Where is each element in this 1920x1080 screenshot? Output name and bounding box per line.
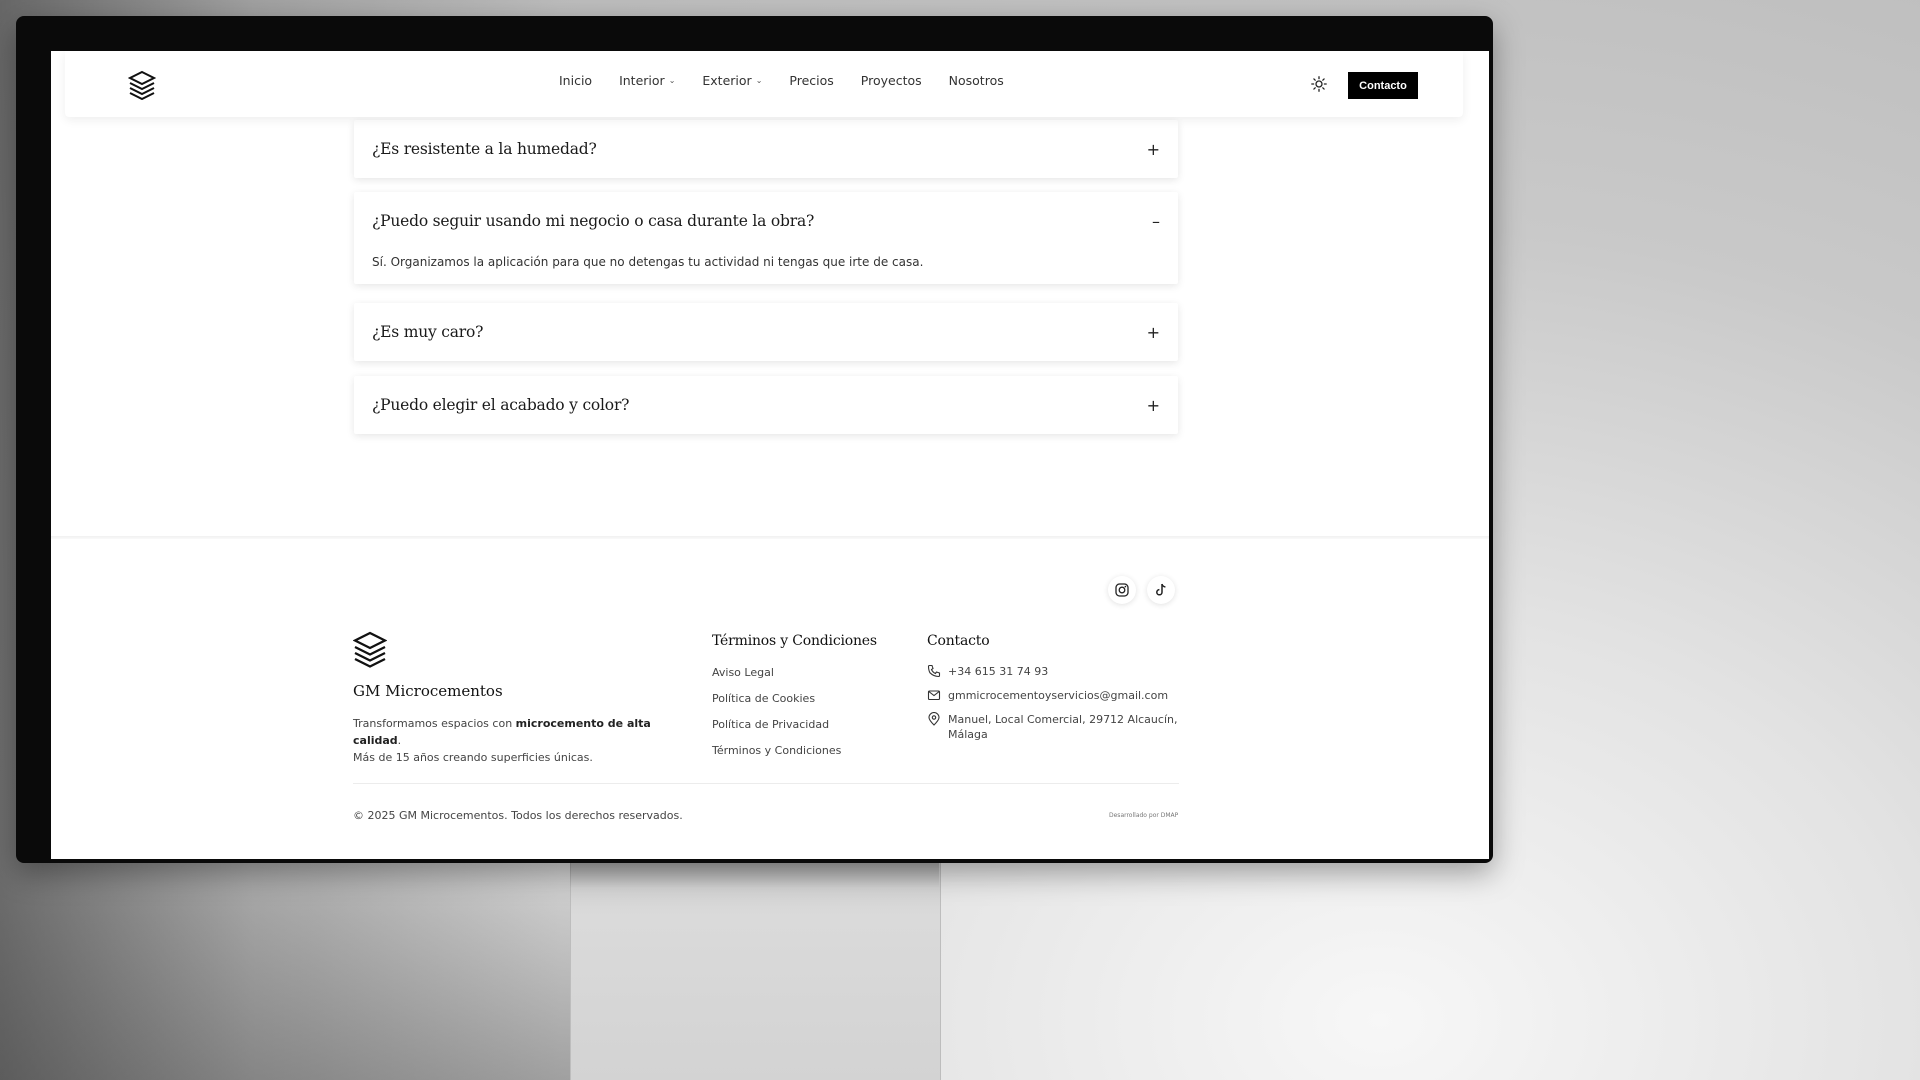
plus-icon[interactable]: + <box>1147 140 1160 159</box>
contact-address-row: Manuel, Local Comercial, 29712 Alcaucín,… <box>927 712 1177 742</box>
link-aviso-legal[interactable]: Aviso Legal <box>712 666 774 679</box>
tagline-text: Transformamos espacios con <box>353 717 516 730</box>
nav-item-precios[interactable]: Precios <box>789 73 833 88</box>
footer-tagline: Transformamos espacios con microcemento … <box>353 715 673 766</box>
developer-credit[interactable]: Desarrollado por DMAP <box>1109 812 1178 819</box>
footer-rule <box>353 783 1179 784</box>
tagline-text: . <box>397 734 402 747</box>
nav-item-nosotros[interactable]: Nosotros <box>949 73 1004 88</box>
instagram-icon[interactable] <box>1108 576 1136 604</box>
faq-question: ¿Puedo seguir usando mi negocio o casa d… <box>372 212 815 230</box>
link-politica-privacidad[interactable]: Política de Privacidad <box>712 718 829 731</box>
faq-item[interactable]: ¿Es resistente a la humedad? + <box>354 120 1178 178</box>
contact-email-row[interactable]: gmmicrocementoyservicios@gmail.com <box>927 688 1168 703</box>
monitor-stand-shadow <box>570 862 939 888</box>
nav-item-proyectos[interactable]: Proyectos <box>861 73 922 88</box>
copyright-text: © 2025 GM Microcementos. Todos los derec… <box>353 809 683 822</box>
faq-answer: Sí. Organizamos la aplicación para que n… <box>372 255 924 269</box>
contact-column-title: Contacto <box>927 633 990 649</box>
contact-button[interactable]: Contacto <box>1348 72 1418 99</box>
link-terminos-condiciones[interactable]: Términos y Condiciones <box>712 744 841 757</box>
plus-icon[interactable]: + <box>1147 396 1160 415</box>
contact-address: Manuel, Local Comercial, 29712 Alcaucín,… <box>948 712 1177 742</box>
nav-item-interior[interactable]: Interior ⌄ <box>619 73 675 88</box>
nav-item-exterior[interactable]: Exterior ⌄ <box>702 73 762 88</box>
faq-question: ¿Es resistente a la humedad? <box>372 140 597 158</box>
faq-item-open[interactable]: ¿Puedo seguir usando mi negocio o casa d… <box>354 192 1178 284</box>
chevron-down-icon: ⌄ <box>755 76 763 85</box>
faq-question: ¿Es muy caro? <box>372 323 484 341</box>
faq-question: ¿Puedo elegir el acabado y color? <box>372 396 630 414</box>
tagline-text: Más de 15 años creando superficies única… <box>353 751 593 764</box>
tiktok-icon[interactable] <box>1147 576 1175 604</box>
layers-logo-icon <box>353 631 387 668</box>
faq-item[interactable]: ¿Puedo elegir el acabado y color? + <box>354 376 1178 434</box>
mail-icon <box>927 690 941 701</box>
faq-item[interactable]: ¿Es muy caro? + <box>354 303 1178 361</box>
link-politica-cookies[interactable]: Política de Cookies <box>712 692 815 705</box>
terms-column-title: Términos y Condiciones <box>712 633 877 649</box>
site-header: Inicio Interior ⌄ Exterior ⌄ Precios Proye… <box>65 51 1463 117</box>
address-line: Málaga <box>948 728 988 741</box>
contact-phone[interactable]: +34 615 31 74 93 <box>948 664 1048 679</box>
layers-logo-icon[interactable] <box>128 70 156 100</box>
monitor-stand <box>570 862 941 1080</box>
footer-brand-name: GM Microcementos <box>353 682 503 700</box>
footer-divider <box>51 536 1489 539</box>
plus-icon[interactable]: + <box>1147 323 1160 342</box>
sun-icon[interactable] <box>1311 76 1327 92</box>
contact-email[interactable]: gmmicrocementoyservicios@gmail.com <box>948 688 1168 703</box>
map-pin-icon <box>928 712 940 726</box>
phone-icon <box>927 664 941 678</box>
nav-item-inicio[interactable]: Inicio <box>559 73 592 88</box>
contact-phone-row[interactable]: +34 615 31 74 93 <box>927 664 1048 679</box>
main-nav: Inicio Interior ⌄ Exterior ⌄ Precios Proye… <box>559 73 1031 88</box>
monitor-bezel: Inicio Interior ⌄ Exterior ⌄ Precios Proye… <box>16 16 1493 863</box>
address-line: Manuel, Local Comercial, 29712 Alcaucín, <box>948 713 1178 726</box>
website-viewport: Inicio Interior ⌄ Exterior ⌄ Precios Proye… <box>51 51 1489 859</box>
minus-icon[interactable]: – <box>1152 212 1160 231</box>
chevron-down-icon: ⌄ <box>668 76 676 85</box>
